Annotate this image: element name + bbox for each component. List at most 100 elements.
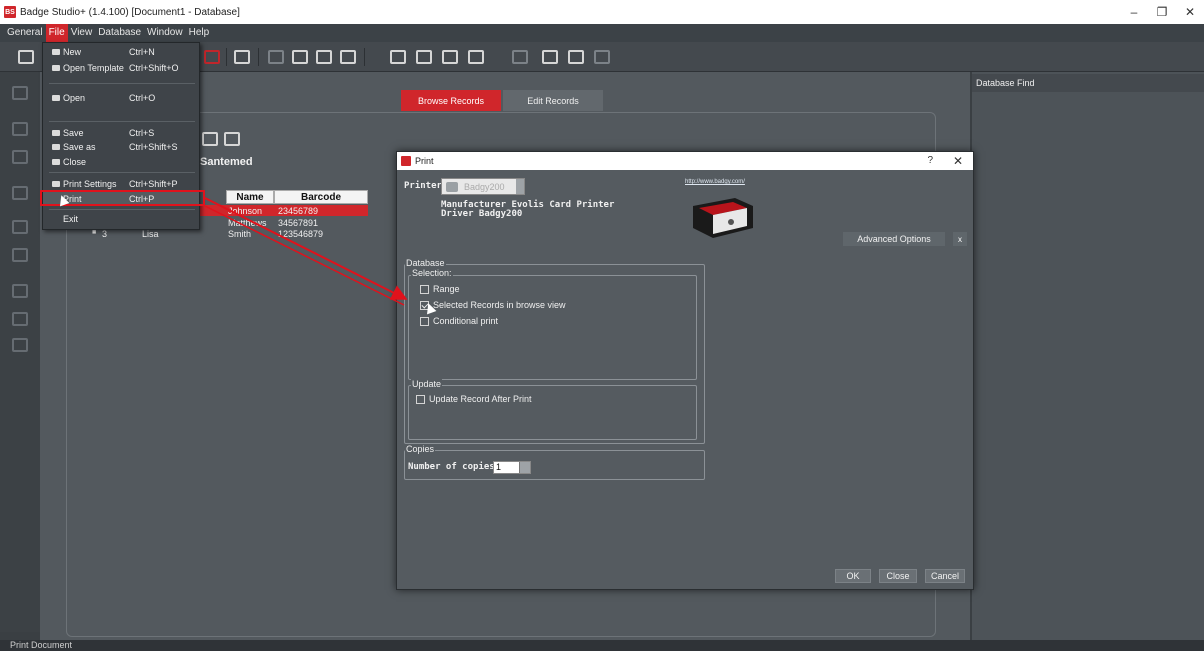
printer-select-value: Badgy200 [464, 181, 505, 192]
menu-database[interactable]: Database [95, 24, 144, 42]
db-print-icon[interactable] [202, 132, 218, 146]
menu-item-open[interactable]: Open [63, 93, 85, 103]
menu-general[interactable]: General [4, 24, 46, 42]
shortcut-open-template: Ctrl+Shift+O [129, 63, 179, 73]
row1-name[interactable]: Johnson [228, 206, 262, 216]
camera-tool-icon[interactable] [12, 312, 28, 326]
column-header-barcode[interactable]: Barcode [274, 190, 368, 204]
shortcut-print-settings: Ctrl+Shift+P [129, 179, 178, 189]
record-grid-icon[interactable] [316, 50, 332, 64]
range-checkbox[interactable] [420, 285, 429, 294]
chevron-down-icon [516, 179, 524, 194]
record-next-icon[interactable] [340, 50, 356, 64]
advanced-options-close-button[interactable]: x [953, 232, 967, 246]
row3-first[interactable]: Lisa [142, 229, 159, 239]
menu-item-new[interactable]: New [63, 47, 81, 57]
save-as-icon [52, 144, 60, 150]
help-button[interactable]: ? [927, 155, 933, 166]
remove-record-icon[interactable] [568, 50, 584, 64]
printer-select[interactable]: Badgy200 [441, 178, 525, 195]
close-button[interactable]: Close [879, 569, 917, 583]
row2-name[interactable]: Matthews [228, 218, 267, 228]
row3-index: 3 [102, 229, 108, 239]
db-view-icon[interactable] [224, 132, 240, 146]
save-icon [52, 130, 60, 136]
tab-browse-records[interactable]: Browse Records [401, 90, 501, 111]
tab-edit-records[interactable]: Edit Records [503, 90, 603, 111]
conditional-print-checkbox[interactable] [420, 317, 429, 326]
driver-text: Driver Badgy200 [441, 209, 523, 219]
menu-help[interactable]: Help [186, 24, 213, 42]
select-tool-icon[interactable] [12, 86, 28, 100]
copies-label: Number of copies [408, 462, 495, 472]
row2-barcode[interactable]: 34567891 [278, 218, 318, 228]
row3-name[interactable]: Smith [228, 229, 251, 239]
row1-barcode[interactable]: 23456789 [278, 206, 318, 216]
printer-photo-icon [693, 198, 753, 238]
qrcode-tool-icon[interactable] [12, 248, 28, 262]
copies-value[interactable]: 1 [496, 462, 501, 472]
line-tool-icon[interactable] [12, 122, 28, 136]
menu-item-close[interactable]: Close [63, 157, 86, 167]
cancel-button[interactable]: Cancel [925, 569, 965, 583]
nav-next-icon[interactable] [442, 50, 458, 64]
nav-last-icon[interactable] [468, 50, 484, 64]
advanced-options-button[interactable]: Advanced Options [843, 232, 945, 246]
database-find-header: Database Find [972, 74, 1204, 92]
text-tool-icon[interactable] [12, 186, 28, 200]
barcode-tool-icon[interactable] [12, 220, 28, 234]
conditional-print-label[interactable]: Conditional print [433, 316, 498, 326]
minimize-button[interactable]: – [1120, 0, 1148, 24]
menu-item-print-settings[interactable]: Print Settings [63, 179, 117, 189]
menu-item-save-as[interactable]: Save as [63, 142, 96, 152]
print-dialog-title: Print [415, 156, 434, 166]
print-dialog: Print ? ✕ Printer Badgy200 Manufacturer … [396, 151, 974, 590]
print-icon[interactable] [234, 50, 250, 64]
new-document-icon[interactable] [18, 50, 34, 64]
delete-icon[interactable] [204, 50, 220, 64]
update-record-label[interactable]: Update Record After Print [429, 394, 532, 404]
filter-icon[interactable] [512, 50, 528, 64]
menu-file[interactable]: File [45, 24, 68, 42]
left-tool-palette [0, 72, 40, 632]
signature-tool-icon[interactable] [12, 338, 28, 352]
ok-button[interactable]: OK [835, 569, 871, 583]
selected-records-label[interactable]: Selected Records in browse view [433, 300, 566, 310]
update-record-checkbox[interactable] [416, 395, 425, 404]
print-settings-icon [52, 181, 60, 187]
range-label[interactable]: Range [433, 284, 460, 294]
row3-checkbox-icon[interactable]: ■ [92, 229, 96, 236]
menu-item-open-template[interactable]: Open Template [63, 63, 124, 73]
menu-item-save[interactable]: Save [63, 128, 84, 138]
update-group-title: Update [411, 379, 443, 389]
dialog-close-button[interactable]: ✕ [953, 154, 963, 168]
add-record-icon[interactable] [542, 50, 558, 64]
shape-tool-icon[interactable] [12, 150, 28, 164]
maximize-button[interactable]: ❐ [1148, 0, 1176, 24]
confirm-record-icon[interactable] [594, 50, 610, 64]
row3-barcode[interactable]: 123546879 [278, 229, 323, 239]
menu-item-exit[interactable]: Exit [63, 214, 78, 224]
shortcut-save: Ctrl+S [129, 128, 155, 138]
database-title: Santemed [200, 156, 253, 168]
window-close-button[interactable]: ✕ [1176, 0, 1204, 24]
selection-group-title: Selection: [411, 268, 453, 278]
record-prev-icon[interactable] [292, 50, 308, 64]
menu-view[interactable]: View [68, 24, 96, 42]
badgy-link[interactable]: http://www.badgy.com/ [685, 179, 745, 185]
shortcut-new: Ctrl+N [129, 47, 155, 57]
open-icon [52, 95, 60, 101]
record-first-icon[interactable] [268, 50, 284, 64]
database-group-title: Database [405, 258, 446, 268]
window-title: Badge Studio+ (1.4.100) [Document1 - Dat… [20, 6, 240, 18]
column-header-name[interactable]: Name [226, 190, 274, 204]
nav-prev-icon[interactable] [416, 50, 432, 64]
nav-first-icon[interactable] [390, 50, 406, 64]
stepper-arrows-icon[interactable] [519, 462, 530, 473]
image-tool-icon[interactable] [12, 284, 28, 298]
close-doc-icon [52, 159, 60, 165]
shortcut-open: Ctrl+O [129, 93, 156, 103]
copies-stepper[interactable]: 1 [493, 461, 531, 474]
right-panel [972, 72, 1204, 640]
menu-window[interactable]: Window [144, 24, 186, 42]
